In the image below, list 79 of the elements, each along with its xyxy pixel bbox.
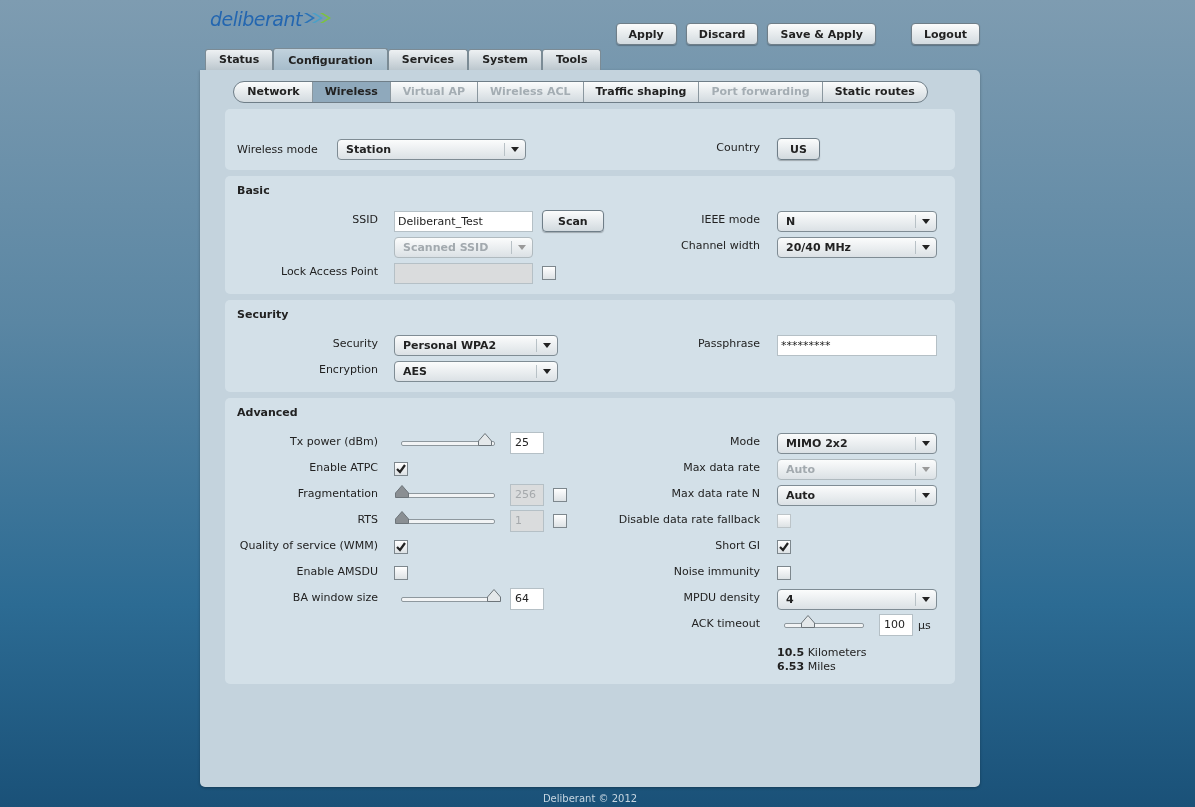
unit-label: µs	[918, 618, 931, 632]
checkbox[interactable]	[777, 540, 791, 554]
text-field[interactable]: Deliberant_Test	[394, 210, 533, 232]
field-label: Enable ATPC	[308, 460, 378, 476]
nav-tab[interactable]: Tools	[541, 49, 602, 70]
field-label: Encryption	[317, 362, 378, 378]
field-label: Channel width	[680, 238, 760, 254]
field-label: Quality of service (WMM)	[238, 538, 378, 554]
caret-icon	[511, 146, 519, 152]
number-field[interactable]: 25	[510, 432, 544, 454]
slider-thumb[interactable]	[801, 614, 816, 628]
text-field[interactable]: *********	[777, 334, 937, 356]
field-label: Noise immunity	[672, 564, 760, 580]
dropdown[interactable]: N	[777, 210, 937, 232]
nav-tab[interactable]: System	[468, 49, 542, 70]
caret-icon	[922, 492, 930, 498]
logout-button[interactable]: Logout	[910, 23, 980, 45]
dropdown[interactable]: 4	[777, 588, 937, 610]
dropdown[interactable]: AES	[394, 360, 558, 382]
sub-tab[interactable]: Wireless	[311, 82, 390, 102]
field-label: Enable AMSDU	[295, 564, 378, 580]
checkbox[interactable]	[394, 462, 408, 476]
caret-icon	[922, 244, 930, 250]
footer-text: Deliberant © 2012	[541, 793, 639, 804]
section-title: Advanced	[237, 406, 299, 420]
field-label: MPDU density	[682, 590, 760, 606]
number-field[interactable]: 64	[510, 588, 544, 610]
dropdown[interactable]: Personal WPA2	[394, 334, 558, 356]
field-label: ACK timeout	[690, 616, 760, 632]
checkbox[interactable]	[777, 566, 791, 580]
section-title: Basic	[237, 184, 271, 198]
field-label: Passphrase	[696, 336, 760, 352]
nav-tab[interactable]: Configuration	[273, 48, 388, 70]
field-label: Mode	[729, 434, 760, 450]
nav-tab[interactable]: Services	[387, 49, 469, 70]
caret-icon	[543, 342, 551, 348]
action-button[interactable]: Apply	[615, 23, 677, 45]
slider-thumb[interactable]	[477, 432, 492, 446]
field-label: Wireless mode	[237, 142, 319, 156]
field-label: Country	[715, 140, 760, 156]
field-label: Max data rate N	[670, 486, 760, 502]
caret-icon	[922, 218, 930, 224]
field-label: RTS	[356, 512, 378, 528]
field-label: IEEE mode	[700, 212, 760, 228]
country-button[interactable]: US	[777, 138, 820, 160]
field-label: Tx power (dBm)	[288, 434, 378, 450]
caret-icon	[543, 368, 551, 374]
caret-icon	[518, 244, 526, 250]
field-label: Short GI	[714, 538, 760, 554]
field-label: BA window size	[291, 590, 378, 606]
checkbox[interactable]	[394, 566, 408, 580]
action-button[interactable]: Discard	[685, 23, 759, 45]
chevron-icon	[304, 12, 332, 24]
logo-text: deliberant	[210, 8, 302, 30]
action-button[interactable]: Save & Apply	[767, 23, 876, 45]
dropdown[interactable]: Auto	[777, 484, 937, 506]
caret-icon	[922, 466, 930, 472]
sub-tab[interactable]: Static routes	[821, 82, 927, 102]
number-field[interactable]: 100	[879, 614, 913, 636]
field-label: Disable data rate fallback	[617, 512, 760, 528]
distance-text: 6.53 Miles	[777, 660, 837, 674]
checkbox[interactable]	[394, 540, 408, 554]
dropdown[interactable]: 20/40 MHz	[777, 236, 937, 258]
nav-tab[interactable]: Status	[205, 49, 274, 70]
field-label: SSID	[351, 212, 378, 228]
sub-tab[interactable]: Network	[234, 82, 312, 102]
field-label: Fragmentation	[296, 486, 378, 502]
slider-thumb[interactable]	[487, 588, 501, 602]
section-title: Security	[237, 308, 290, 322]
scan-button[interactable]: Scan	[542, 210, 604, 232]
distance-text: 10.5 Kilometers	[777, 646, 868, 660]
dropdown[interactable]: MIMO 2x2	[777, 432, 937, 454]
sub-tab[interactable]: Traffic shaping	[582, 82, 699, 102]
field-label: Lock Access Point	[279, 264, 378, 280]
caret-icon	[922, 440, 930, 446]
field-label: Security	[331, 336, 378, 352]
caret-icon	[922, 596, 930, 602]
field-label: Max data rate	[682, 460, 760, 476]
dropdown[interactable]: Station	[337, 138, 526, 160]
